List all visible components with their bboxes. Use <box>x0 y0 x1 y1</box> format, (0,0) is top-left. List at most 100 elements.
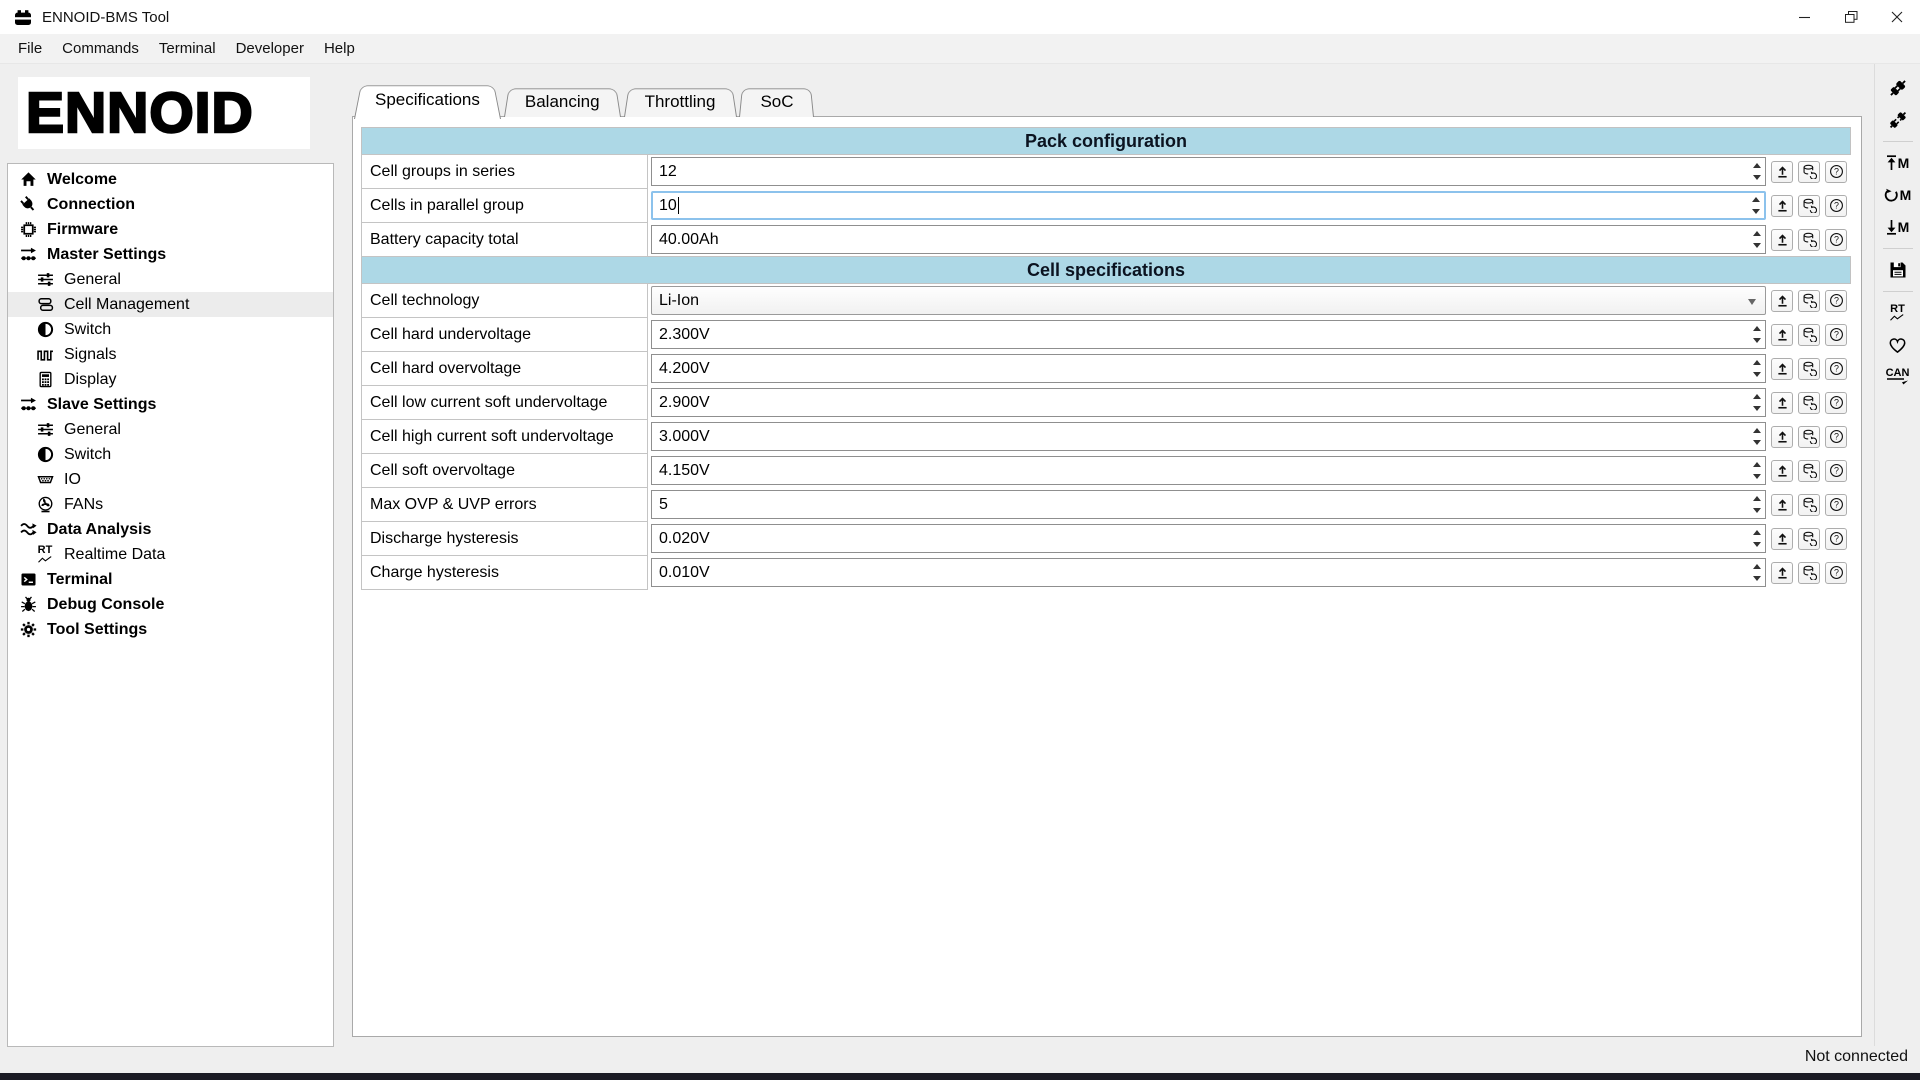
menu-commands[interactable]: Commands <box>52 34 149 63</box>
restore-default-button[interactable] <box>1798 460 1820 482</box>
sidebar-item-display[interactable]: Display <box>8 367 333 392</box>
heart-button[interactable] <box>1879 332 1917 359</box>
tab-specifications[interactable]: Specifications <box>354 82 501 117</box>
upload-button[interactable] <box>1771 426 1793 448</box>
spinbox-cell-low-current-soft-undervoltage[interactable]: 2.900V <box>651 388 1766 417</box>
reload-master-button[interactable]: M <box>1879 182 1917 209</box>
restore-default-button[interactable] <box>1798 528 1820 550</box>
close-button[interactable] <box>1874 0 1920 34</box>
help-button[interactable]: ? <box>1825 392 1847 414</box>
spin-up-button[interactable] <box>1749 227 1764 240</box>
help-button[interactable]: ? <box>1825 161 1847 183</box>
upload-button[interactable] <box>1771 195 1793 217</box>
menu-help[interactable]: Help <box>314 34 365 63</box>
spin-up-button[interactable] <box>1749 322 1764 335</box>
sidebar-item-master-settings[interactable]: Master Settings <box>8 242 333 267</box>
restore-default-button[interactable] <box>1798 324 1820 346</box>
help-button[interactable]: ? <box>1825 324 1847 346</box>
write-master-button[interactable]: M <box>1879 150 1917 177</box>
spin-down-button[interactable] <box>1749 403 1764 416</box>
sidebar-item-connection[interactable]: Connection <box>8 192 333 217</box>
sidebar-item-general[interactable]: General <box>8 267 333 292</box>
spinbox-cell-hard-overvoltage[interactable]: 4.200V <box>651 354 1766 383</box>
spin-down-button[interactable] <box>1749 172 1764 185</box>
tab-throttling[interactable]: Throttling <box>624 86 737 117</box>
spin-down-button[interactable] <box>1749 437 1764 450</box>
help-button[interactable]: ? <box>1825 494 1847 516</box>
sidebar-item-io[interactable]: IO <box>8 467 333 492</box>
read-master-button[interactable]: M <box>1879 214 1917 241</box>
sidebar-item-slave-settings[interactable]: Slave Settings <box>8 392 333 417</box>
spin-down-button[interactable] <box>1749 539 1764 552</box>
spin-up-button[interactable] <box>1749 390 1764 403</box>
spin-up-button[interactable] <box>1749 458 1764 471</box>
spinbox-cells-in-parallel-group[interactable]: 10 <box>651 191 1766 220</box>
restore-default-button[interactable] <box>1798 562 1820 584</box>
sidebar-item-firmware[interactable]: Firmware <box>8 217 333 242</box>
restore-default-button[interactable] <box>1798 229 1820 251</box>
sidebar-item-cell-management[interactable]: Cell Management <box>8 292 333 317</box>
restore-default-button[interactable] <box>1798 358 1820 380</box>
spinbox-charge-hysteresis[interactable]: 0.010V <box>651 558 1766 587</box>
sidebar-item-switch[interactable]: Switch <box>8 317 333 342</box>
upload-button[interactable] <box>1771 290 1793 312</box>
upload-button[interactable] <box>1771 324 1793 346</box>
sidebar-item-fans[interactable]: FANs <box>8 492 333 517</box>
upload-button[interactable] <box>1771 358 1793 380</box>
restore-default-button[interactable] <box>1798 392 1820 414</box>
upload-button[interactable] <box>1771 528 1793 550</box>
sidebar-item-debug-console[interactable]: Debug Console <box>8 592 333 617</box>
combo-cell-technology[interactable]: Li-Ion <box>651 286 1766 315</box>
help-button[interactable]: ? <box>1825 195 1847 217</box>
spin-up-button[interactable] <box>1749 492 1764 505</box>
tab-balancing[interactable]: Balancing <box>504 86 621 117</box>
upload-button[interactable] <box>1771 494 1793 516</box>
sidebar-item-data-analysis[interactable]: Data Analysis <box>8 517 333 542</box>
realtime-data-button[interactable]: RT <box>1879 300 1917 327</box>
spinbox-cell-hard-undervoltage[interactable]: 2.300V <box>651 320 1766 349</box>
spinbox-discharge-hysteresis[interactable]: 0.020V <box>651 524 1766 553</box>
minimize-button[interactable] <box>1782 0 1828 34</box>
upload-button[interactable] <box>1771 562 1793 584</box>
restore-default-button[interactable] <box>1798 161 1820 183</box>
save-config-button[interactable] <box>1879 257 1917 284</box>
help-button[interactable]: ? <box>1825 460 1847 482</box>
spin-up-button[interactable] <box>1749 159 1764 172</box>
spin-down-button[interactable] <box>1749 471 1764 484</box>
sidebar-item-welcome[interactable]: Welcome <box>8 167 333 192</box>
sidebar-item-realtime-data[interactable]: RTRealtime Data <box>8 542 333 567</box>
connect-button[interactable] <box>1879 75 1917 102</box>
sidebar-item-terminal[interactable]: Terminal <box>8 567 333 592</box>
menu-file[interactable]: File <box>8 34 52 63</box>
spin-up-button[interactable] <box>1749 526 1764 539</box>
spinbox-cell-high-current-soft-undervoltage[interactable]: 3.000V <box>651 422 1766 451</box>
spinbox-cell-groups-in-series[interactable]: 12 <box>651 157 1766 186</box>
spin-up-button[interactable] <box>1749 560 1764 573</box>
menu-developer[interactable]: Developer <box>226 34 314 63</box>
spin-down-button[interactable] <box>1749 573 1764 586</box>
restore-default-button[interactable] <box>1798 426 1820 448</box>
spin-down-button[interactable] <box>1749 240 1764 253</box>
restore-default-button[interactable] <box>1798 494 1820 516</box>
spinbox-max-ovp-uvp-errors[interactable]: 5 <box>651 490 1766 519</box>
spin-down-button[interactable] <box>1748 206 1763 218</box>
help-button[interactable]: ? <box>1825 562 1847 584</box>
restore-default-button[interactable] <box>1798 195 1820 217</box>
disconnect-button[interactable] <box>1879 107 1917 134</box>
sidebar-item-general[interactable]: General <box>8 417 333 442</box>
spinbox-cell-soft-overvoltage[interactable]: 4.150V <box>651 456 1766 485</box>
restore-default-button[interactable] <box>1798 290 1820 312</box>
spin-up-button[interactable] <box>1749 356 1764 369</box>
spin-up-button[interactable] <box>1748 194 1763 206</box>
menu-terminal[interactable]: Terminal <box>149 34 226 63</box>
help-button[interactable]: ? <box>1825 290 1847 312</box>
spin-down-button[interactable] <box>1749 505 1764 518</box>
help-button[interactable]: ? <box>1825 229 1847 251</box>
spin-down-button[interactable] <box>1749 335 1764 348</box>
upload-button[interactable] <box>1771 229 1793 251</box>
restore-button[interactable] <box>1828 0 1874 34</box>
can-bus-button[interactable]: CAN <box>1879 364 1917 391</box>
tab-soc[interactable]: SoC <box>739 86 814 117</box>
spinbox-battery-capacity-total[interactable]: 40.00Ah <box>651 225 1766 254</box>
upload-button[interactable] <box>1771 392 1793 414</box>
